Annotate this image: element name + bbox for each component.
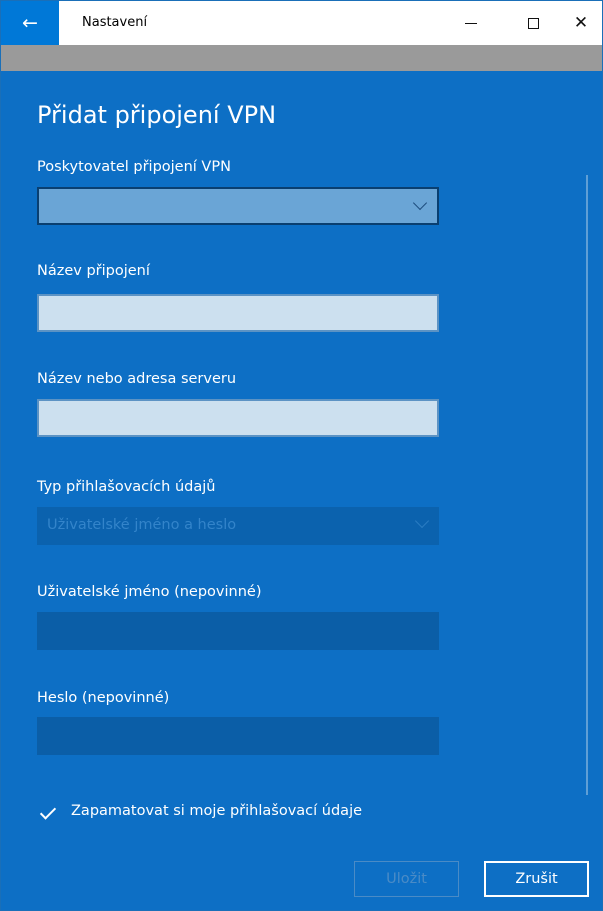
minimize-button[interactable] (448, 1, 494, 45)
password-label: Heslo (nepovinné) (37, 690, 170, 706)
minimize-icon (465, 22, 477, 24)
signin-type-value: Uživatelské jméno a heslo (47, 517, 237, 533)
close-icon: ✕ (573, 12, 589, 33)
maximize-button[interactable] (510, 1, 556, 45)
close-button[interactable]: ✕ (558, 1, 602, 45)
server-address-input[interactable] (37, 399, 439, 437)
back-arrow-icon: ← (22, 12, 38, 34)
window-title: Nastavení (82, 15, 148, 30)
page-title: Přidat připojení VPN (37, 101, 277, 129)
username-label: Uživatelské jméno (nepovinné) (37, 584, 262, 600)
title-bar: ← Nastavení ✕ (1, 1, 602, 45)
chevron-down-icon (414, 513, 430, 529)
vpn-settings-panel: Přidat připojení VPN Poskytovatel připoj… (1, 71, 602, 910)
header-divider-bar (1, 45, 602, 71)
username-input[interactable] (37, 612, 439, 650)
cancel-button[interactable]: Zrušit (484, 861, 589, 897)
signin-type-label: Typ přihlašovacích údajů (37, 479, 216, 495)
save-button[interactable]: Uložit (354, 861, 459, 897)
server-address-label: Název nebo adresa serveru (37, 371, 237, 387)
connection-name-input[interactable] (37, 294, 439, 332)
remember-credentials-checkbox[interactable] (39, 804, 57, 822)
provider-label: Poskytovatel připojení VPN (37, 159, 231, 175)
password-input[interactable] (37, 717, 439, 755)
remember-credentials-label: Zapamatovat si moje přihlašovací údaje (71, 803, 363, 819)
chevron-down-icon (412, 195, 428, 211)
scrollbar[interactable] (586, 175, 588, 795)
provider-dropdown[interactable] (37, 187, 439, 225)
signin-type-dropdown[interactable]: Uživatelské jméno a heslo (37, 507, 439, 545)
connection-name-label: Název připojení (37, 263, 150, 279)
back-button[interactable]: ← (1, 1, 59, 45)
settings-window: ← Nastavení ✕ Přidat připojení VPN Posky… (0, 0, 603, 911)
maximize-icon (527, 17, 539, 29)
